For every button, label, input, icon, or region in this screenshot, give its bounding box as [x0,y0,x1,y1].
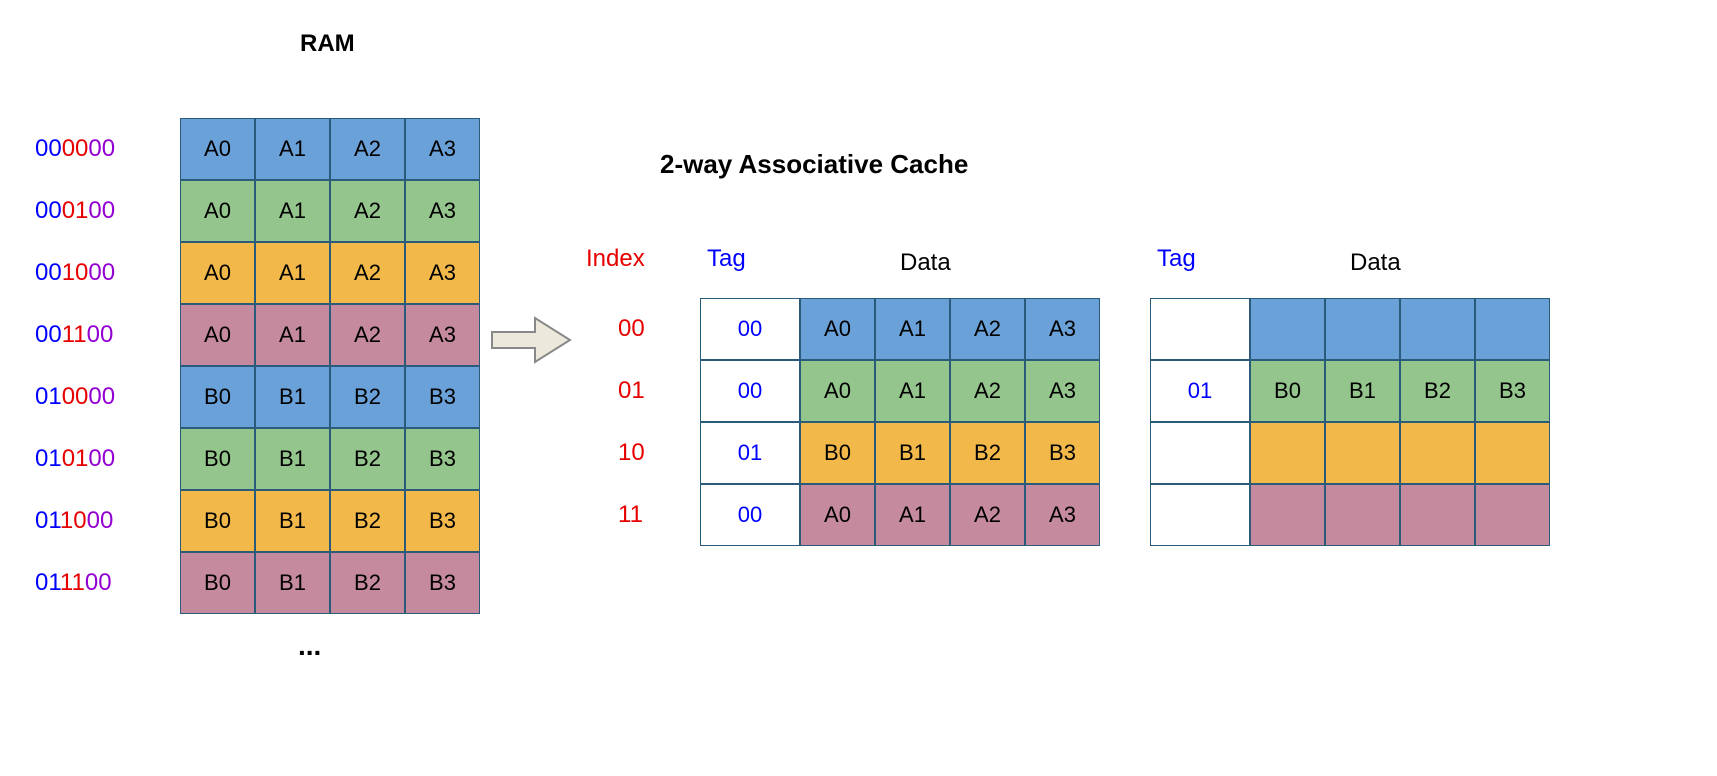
way0-data-label: Data [900,249,951,277]
cache-data-cell [1475,422,1550,484]
way0-tag-label: Tag [707,245,746,273]
cache-index: 10 [618,439,645,467]
cache-data-cell: A1 [875,298,950,360]
cache-data-cell: A1 [875,360,950,422]
cache-data-cell [1475,298,1550,360]
ram-cell: B1 [255,552,330,614]
ram-cell: B3 [405,366,480,428]
way1-data-label: Data [1350,249,1401,277]
ram-cell: A3 [405,118,480,180]
index-label: Index [586,245,645,273]
ram-cell: A1 [255,304,330,366]
ram-cell: A1 [255,242,330,304]
cache-tag-cell: 01 [1150,360,1250,422]
cache-data-cell: A3 [1025,360,1100,422]
ram-cell: B1 [255,366,330,428]
ram-ellipsis: ... [298,630,321,662]
arrow-icon [490,310,575,370]
cache-data-cell: A3 [1025,298,1100,360]
ram-cell: A2 [330,180,405,242]
ram-cell: B0 [180,490,255,552]
ram-cell: B0 [180,366,255,428]
cache-data-cell [1325,298,1400,360]
ram-address: 011000 [35,507,113,535]
cache-way1-grid: 01B0B1B2B3 [1150,298,1550,546]
ram-cell: B0 [180,428,255,490]
cache-tag-cell: 00 [700,298,800,360]
cache-data-cell [1250,298,1325,360]
cache-data-cell [1400,298,1475,360]
ram-cell: A0 [180,118,255,180]
cache-data-cell: B3 [1475,360,1550,422]
cache-tag-cell [1150,484,1250,546]
cache-data-cell [1325,422,1400,484]
cache-data-cell [1400,484,1475,546]
cache-data-cell [1475,484,1550,546]
ram-address: 000000 [35,135,115,163]
cache-data-cell: A2 [950,360,1025,422]
ram-cell: A2 [330,304,405,366]
ram-cell: A0 [180,242,255,304]
cache-tag-cell: 01 [700,422,800,484]
ram-cell: A3 [405,180,480,242]
ram-address: 011100 [35,569,112,597]
ram-cell: B2 [330,490,405,552]
cache-tag-cell: 00 [700,484,800,546]
cache-title: 2-way Associative Cache [660,149,968,180]
cache-way0-grid: 00A0A1A2A300A0A1A2A301B0B1B2B300A0A1A2A3 [700,298,1100,546]
ram-cell: B3 [405,490,480,552]
ram-address: 010000 [35,383,115,411]
cache-data-cell [1250,484,1325,546]
ram-cell: B2 [330,552,405,614]
ram-cell: B2 [330,428,405,490]
cache-data-cell: A0 [800,484,875,546]
cache-data-cell: B0 [1250,360,1325,422]
ram-cell: A0 [180,180,255,242]
ram-cell: B3 [405,428,480,490]
ram-cell: A1 [255,118,330,180]
cache-data-cell [1325,484,1400,546]
cache-data-cell: B2 [950,422,1025,484]
way1-tag-label: Tag [1157,245,1196,273]
ram-cell: B1 [255,490,330,552]
ram-cell: B1 [255,428,330,490]
cache-data-cell: B0 [800,422,875,484]
diagram-root: RAM 000000000100001000001100010000010100… [20,20,1717,756]
cache-tag-cell [1150,422,1250,484]
cache-data-cell: B1 [1325,360,1400,422]
ram-cell: A1 [255,180,330,242]
cache-data-cell: B2 [1400,360,1475,422]
ram-cell: B2 [330,366,405,428]
ram-cell: B0 [180,552,255,614]
ram-cell: A0 [180,304,255,366]
ram-cell: A2 [330,242,405,304]
ram-title: RAM [300,30,355,58]
cache-data-cell: A1 [875,484,950,546]
ram-grid: A0A1A2A3A0A1A2A3A0A1A2A3A0A1A2A3B0B1B2B3… [180,118,480,614]
cache-data-cell: A2 [950,298,1025,360]
cache-tag-cell: 00 [700,360,800,422]
ram-cell: A3 [405,304,480,366]
cache-data-cell: A2 [950,484,1025,546]
ram-address: 010100 [35,445,115,473]
cache-index: 01 [618,377,645,405]
cache-data-cell: A3 [1025,484,1100,546]
cache-data-cell: B3 [1025,422,1100,484]
cache-data-cell: B1 [875,422,950,484]
ram-address: 001000 [35,259,115,287]
cache-index: 00 [618,315,645,343]
cache-data-cell: A0 [800,298,875,360]
ram-address: 001100 [35,321,113,349]
cache-tag-cell [1150,298,1250,360]
ram-cell: A3 [405,242,480,304]
cache-data-cell [1250,422,1325,484]
cache-index: 11 [618,501,643,529]
cache-data-cell [1400,422,1475,484]
ram-cell: B3 [405,552,480,614]
ram-cell: A2 [330,118,405,180]
cache-data-cell: A0 [800,360,875,422]
ram-address: 000100 [35,197,115,225]
